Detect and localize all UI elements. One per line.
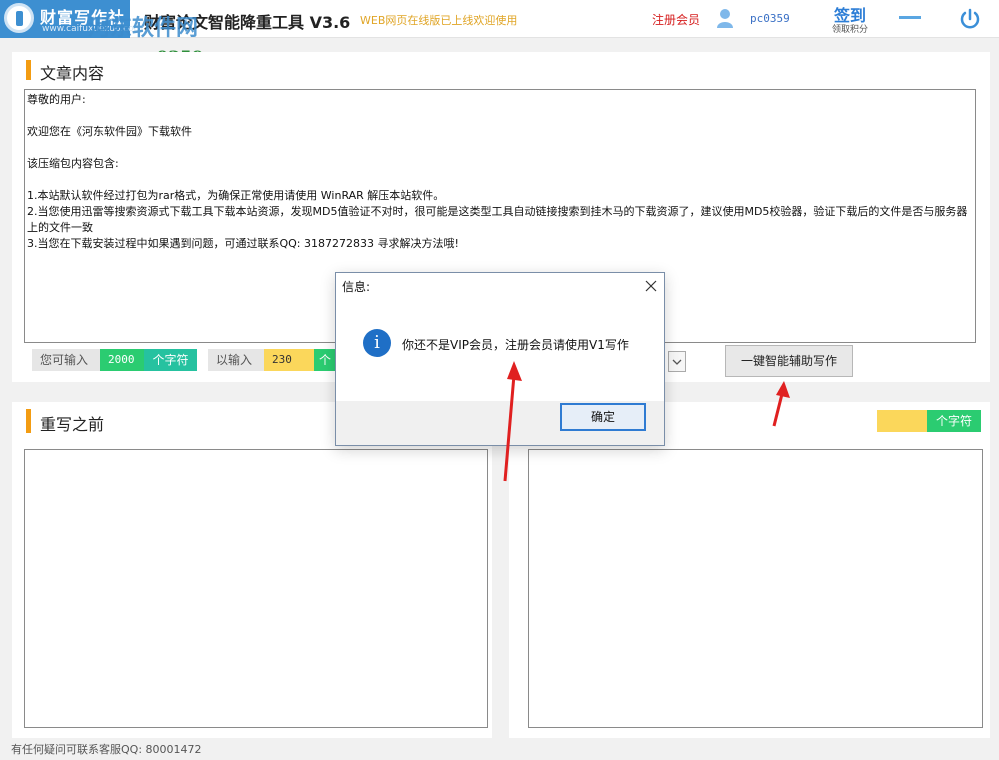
annotation-arrow [503, 361, 522, 482]
dialog-title: 信息: [342, 280, 371, 294]
can-input-label: 您可输入 [32, 349, 100, 371]
can-input-value: 2000 [100, 349, 144, 371]
rewrite-before-textarea[interactable] [24, 449, 488, 728]
section-marker [26, 409, 31, 433]
section-marker [26, 60, 31, 80]
after-count-value [877, 410, 927, 432]
annotation-arrow [772, 381, 790, 427]
mode-select[interactable] [668, 351, 686, 372]
entered-label: 以输入 [208, 349, 264, 371]
status-text: 有任何疑问可联系客服QQ: 80001472 [11, 743, 202, 756]
dialog-message: 你还不是VIP会员，注册会员请使用V1写作 [402, 338, 629, 352]
ok-button[interactable]: 确定 [560, 403, 646, 431]
article-title: 文章内容 [40, 64, 105, 83]
info-icon: i [363, 329, 391, 357]
checkin-label: 签到 [833, 6, 866, 25]
logo-icon [4, 3, 34, 33]
assist-write-button[interactable]: 一键智能辅助写作 [725, 345, 853, 377]
checkin-button[interactable]: 签到 领取积分 [826, 7, 874, 36]
rewrite-after-textarea[interactable] [528, 449, 983, 728]
web-version-notice[interactable]: WEB网页在线版已上线欢迎使用 [360, 12, 517, 28]
rewrite-before-title: 重写之前 [40, 415, 105, 434]
chevron-down-icon [672, 359, 682, 365]
minimize-button[interactable] [897, 8, 923, 28]
checkin-sub-label: 领取积分 [831, 25, 868, 35]
username-label[interactable]: pc0359 [750, 12, 790, 25]
watermark-text: 河东软件网 [88, 16, 199, 41]
entered-unit: 个 [314, 349, 336, 371]
power-icon[interactable] [958, 7, 982, 31]
close-icon[interactable] [644, 279, 658, 293]
user-icon[interactable] [716, 8, 734, 28]
entered-value: 230 [264, 349, 314, 371]
can-input-unit: 个字符 [144, 349, 197, 371]
register-member-link[interactable]: 注册会员 [652, 11, 700, 28]
after-count-unit: 个字符 [927, 410, 981, 432]
